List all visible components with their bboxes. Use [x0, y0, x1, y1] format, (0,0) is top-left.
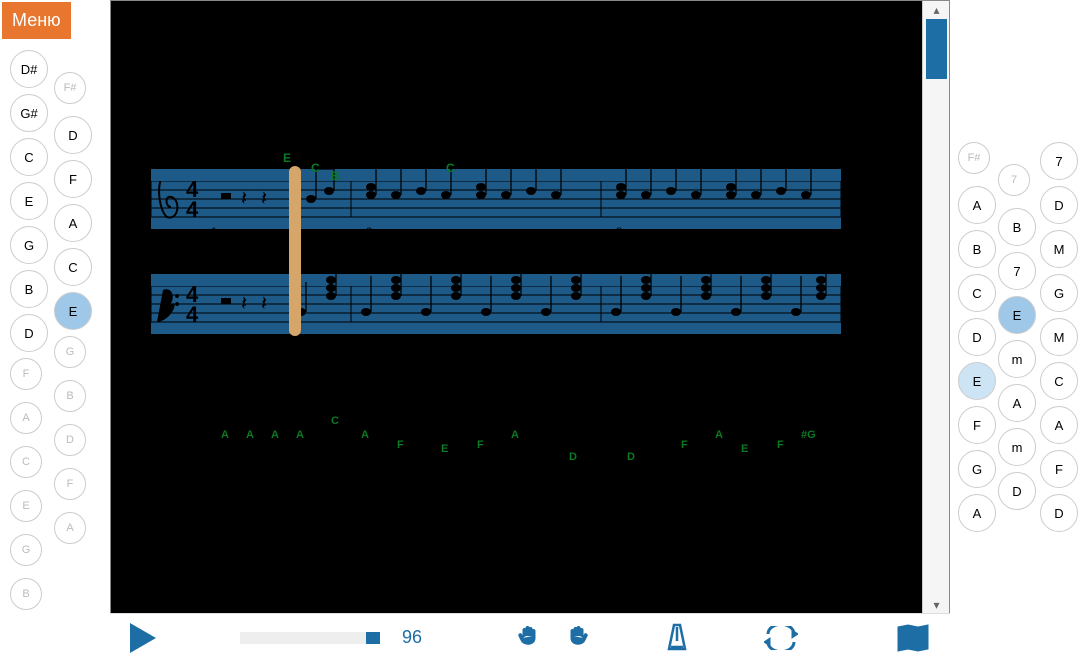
note-G[interactable]: G [10, 226, 48, 264]
note-A[interactable]: A [54, 204, 92, 242]
vertical-scrollbar[interactable]: ▴ ▾ [922, 1, 949, 614]
r-c3-6[interactable]: A [1040, 406, 1078, 444]
playback-cursor[interactable] [289, 166, 301, 336]
r-c1-1[interactable]: A [958, 186, 996, 224]
note-f2d[interactable]: D [54, 424, 86, 456]
r-c2-2[interactable]: 7 [998, 252, 1036, 290]
metronome-icon[interactable] [664, 623, 690, 653]
svg-text:𝄽: 𝄽 [241, 293, 247, 315]
r-c3-4[interactable]: M [1040, 318, 1078, 356]
play-button[interactable] [130, 623, 156, 653]
nb10: D [569, 451, 577, 463]
nb4: C [331, 415, 339, 427]
overview-map-icon[interactable] [896, 623, 930, 653]
measure-3: 3 [616, 226, 622, 238]
nb2: A [271, 429, 279, 441]
svg-text:𝄽: 𝄽 [241, 188, 247, 210]
r-c2-7[interactable]: D [998, 472, 1036, 510]
r-c1-4[interactable]: D [958, 318, 996, 356]
note-C2[interactable]: C [54, 248, 92, 286]
note-f2g[interactable]: G [54, 336, 86, 368]
r-c1-7[interactable]: G [958, 450, 996, 488]
note-D[interactable]: D [54, 116, 92, 154]
note-f2a[interactable]: A [54, 512, 86, 544]
note-f1a[interactable]: A [10, 402, 42, 434]
note-D[interactable]: D [10, 314, 48, 352]
nb3: A [296, 429, 304, 441]
left-hand-icon[interactable] [516, 624, 542, 652]
nb7: E [441, 443, 448, 455]
nb13: A [715, 429, 723, 441]
r-c3-7[interactable]: F [1040, 450, 1078, 488]
note-F[interactable]: F [54, 160, 92, 198]
nb1: A [246, 429, 254, 441]
right-hand-icon[interactable] [564, 624, 590, 652]
chord-C: C [311, 161, 320, 175]
note-f1c[interactable]: C [10, 446, 42, 478]
note-E-highlight[interactable]: E [54, 292, 92, 330]
scroll-up-icon[interactable]: ▴ [923, 1, 950, 19]
chord-B: B [331, 169, 340, 183]
score-canvas[interactable]: 4 4 𝄽 𝄽 [141, 11, 901, 601]
r-c1-6[interactable]: F [958, 406, 996, 444]
note-C[interactable]: C [10, 138, 48, 176]
r-c1-2[interactable]: B [958, 230, 996, 268]
note-f2b[interactable]: B [54, 380, 86, 412]
note-f2f[interactable]: F [54, 468, 86, 500]
nb16: #G [801, 429, 816, 441]
note-f1b[interactable]: B [10, 578, 42, 610]
left-accordion-panel: D# G# C E G B D F# D F A C E F A C E G B… [0, 0, 110, 613]
tempo-value: 96 [402, 627, 422, 648]
tempo-slider[interactable] [240, 632, 380, 644]
nb11: D [627, 451, 635, 463]
nb12: F [681, 439, 688, 451]
r-c1-0[interactable]: F# [958, 142, 990, 174]
note-D-sharp[interactable]: D# [10, 50, 48, 88]
score-viewport: 4 4 𝄽 𝄽 [110, 0, 950, 613]
r-c2-5[interactable]: A [998, 384, 1036, 422]
note-F-sharp[interactable]: F# [54, 72, 86, 104]
chord-C2: C [446, 161, 455, 175]
note-B[interactable]: B [10, 270, 48, 308]
playback-toolbar: 96 [110, 613, 950, 661]
svg-text:𝄽: 𝄽 [261, 293, 267, 315]
note-E[interactable]: E [10, 182, 48, 220]
nb9: A [511, 429, 519, 441]
r-c3-0[interactable]: 7 [1040, 142, 1078, 180]
r-c2-1[interactable]: B [998, 208, 1036, 246]
r-c3-5[interactable]: C [1040, 362, 1078, 400]
right-accordion-panel: F# A B C D E F G A 7 B 7 E m A m D 7 D M… [950, 0, 1084, 613]
r-c2-6[interactable]: m [998, 428, 1036, 466]
measure-1: 1 [211, 226, 217, 238]
r-c2-3-hl[interactable]: E [998, 296, 1036, 334]
note-f1g[interactable]: G [10, 534, 42, 566]
measure-2: 2 [366, 226, 372, 238]
r-c3-3[interactable]: G [1040, 274, 1078, 312]
note-f1f[interactable]: F [10, 358, 42, 390]
chord-E: E [283, 151, 291, 165]
notes: 𝄽 𝄽 [221, 161, 811, 210]
scroll-down-icon[interactable]: ▾ [923, 596, 950, 614]
note-G-sharp[interactable]: G# [10, 94, 48, 132]
note-f1e[interactable]: E [10, 490, 42, 522]
r-c1-3[interactable]: C [958, 274, 996, 312]
svg-text:𝄽: 𝄽 [261, 188, 267, 210]
menu-button[interactable]: Меню [2, 2, 71, 39]
r-c3-1[interactable]: D [1040, 186, 1078, 224]
nb6: F [397, 439, 404, 451]
score-canvas-bg: 4 4 𝄽 𝄽 [111, 1, 923, 614]
r-c1-5-hl[interactable]: E [958, 362, 996, 400]
loop-icon[interactable] [764, 626, 798, 650]
scroll-thumb[interactable] [926, 19, 947, 79]
r-c1-8[interactable]: A [958, 494, 996, 532]
r-c3-8[interactable]: D [1040, 494, 1078, 532]
nb5: A [361, 429, 369, 441]
nb8: F [477, 439, 484, 451]
r-c3-2[interactable]: M [1040, 230, 1078, 268]
nb14: E [741, 443, 748, 455]
nb15: F [777, 439, 784, 451]
r-c2-4[interactable]: m [998, 340, 1036, 378]
r-c2-0[interactable]: 7 [998, 164, 1030, 196]
nb0: A [221, 429, 229, 441]
